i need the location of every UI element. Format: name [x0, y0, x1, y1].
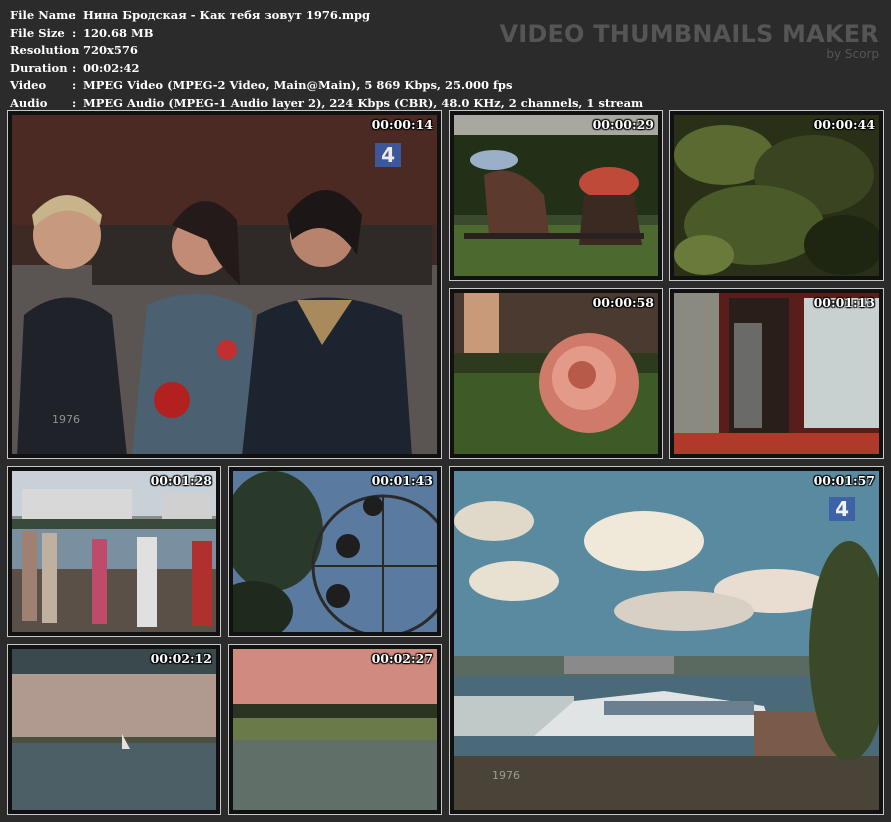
- brand-title: VIDEO THUMBNAILS MAKER: [499, 20, 879, 48]
- frame-umbrellas: [454, 115, 658, 276]
- timestamp: 00:02:27: [371, 651, 433, 666]
- thumbnail-image: [12, 649, 216, 810]
- timestamp: 00:00:14: [371, 117, 433, 132]
- info-label: Duration: [10, 60, 68, 75]
- info-value: 720x576: [83, 43, 138, 58]
- thumbnail-image: 1976 4: [454, 471, 879, 810]
- frame-river-landscape: [233, 649, 437, 810]
- info-row-duration: Duration:00:02:42: [10, 60, 643, 78]
- thumbnail-image: [12, 471, 216, 632]
- thumbnail-image: [233, 471, 437, 632]
- frame-sailboat: [12, 649, 216, 810]
- info-label: File Name: [10, 8, 76, 22]
- channel-logo: 4: [829, 497, 855, 521]
- timestamp: 00:01:57: [813, 473, 875, 488]
- thumbnail-image: [454, 115, 658, 276]
- frame-ferris-wheel: [233, 471, 437, 632]
- frame-embankment: [12, 471, 216, 632]
- frame-bus: [674, 293, 879, 454]
- video-thumbnail[interactable]: 00:00:44: [669, 110, 884, 281]
- info-value: 120.68 MB: [83, 25, 154, 40]
- info-label: Resolution: [10, 43, 80, 58]
- video-thumbnail[interactable]: 00:01:13: [669, 288, 884, 459]
- thumbnail-image: [674, 115, 879, 276]
- frame-rose: [454, 293, 658, 454]
- info-separator: :: [72, 60, 77, 75]
- thumbnail-image: [674, 293, 879, 454]
- info-value: MPEG Video (MPEG-2 Video, Main@Main), 5 …: [83, 78, 513, 93]
- info-value: Нина Бродская - Как тебя зовут 1976.mpg: [83, 8, 371, 22]
- timestamp: 00:00:29: [592, 117, 654, 132]
- info-separator: :: [72, 43, 77, 58]
- video-thumbnail[interactable]: 00:01:43: [228, 466, 442, 637]
- frame-foliage: [674, 115, 879, 276]
- video-thumbnail[interactable]: 00:00:58: [449, 288, 663, 459]
- thumbnail-image: 1976 4: [12, 115, 437, 454]
- info-value: 00:02:42: [83, 60, 140, 75]
- info-separator: :: [72, 78, 77, 93]
- info-separator: :: [72, 8, 77, 22]
- thumbnail-image: [233, 649, 437, 810]
- info-separator: :: [72, 25, 77, 40]
- info-label: File Size: [10, 25, 65, 40]
- brand-subtitle: by Scorp: [826, 47, 879, 61]
- thumbnail-image: [454, 293, 658, 454]
- timestamp: 00:01:13: [813, 295, 875, 310]
- video-thumbnail[interactable]: 1976 4 00:00:14: [7, 110, 442, 459]
- frame-river-boats: [454, 471, 879, 810]
- info-label: Video: [10, 78, 47, 93]
- info-row-video: Video: MPEG Video (MPEG-2 Video, Main@Mai…: [10, 77, 643, 95]
- timestamp: 00:00:58: [592, 295, 654, 310]
- timestamp: 00:00:44: [813, 117, 875, 132]
- year-watermark: 1976: [492, 769, 520, 782]
- timestamp: 00:02:12: [150, 651, 212, 666]
- video-thumbnail[interactable]: 00:01:28: [7, 466, 221, 637]
- video-thumbnail[interactable]: 1976 4 00:01:57: [449, 466, 884, 815]
- frame-people-square: [12, 115, 437, 454]
- timestamp: 00:01:28: [150, 473, 212, 488]
- video-thumbnail[interactable]: 00:00:29: [449, 110, 663, 281]
- year-watermark: 1976: [52, 413, 80, 426]
- brand-logo: VIDEO THUMBNAILS MAKER by Scorp: [499, 20, 879, 60]
- timestamp: 00:01:43: [371, 473, 433, 488]
- video-thumbnail[interactable]: 00:02:27: [228, 644, 442, 815]
- video-thumbnail[interactable]: 00:02:12: [7, 644, 221, 815]
- channel-logo: 4: [375, 143, 401, 167]
